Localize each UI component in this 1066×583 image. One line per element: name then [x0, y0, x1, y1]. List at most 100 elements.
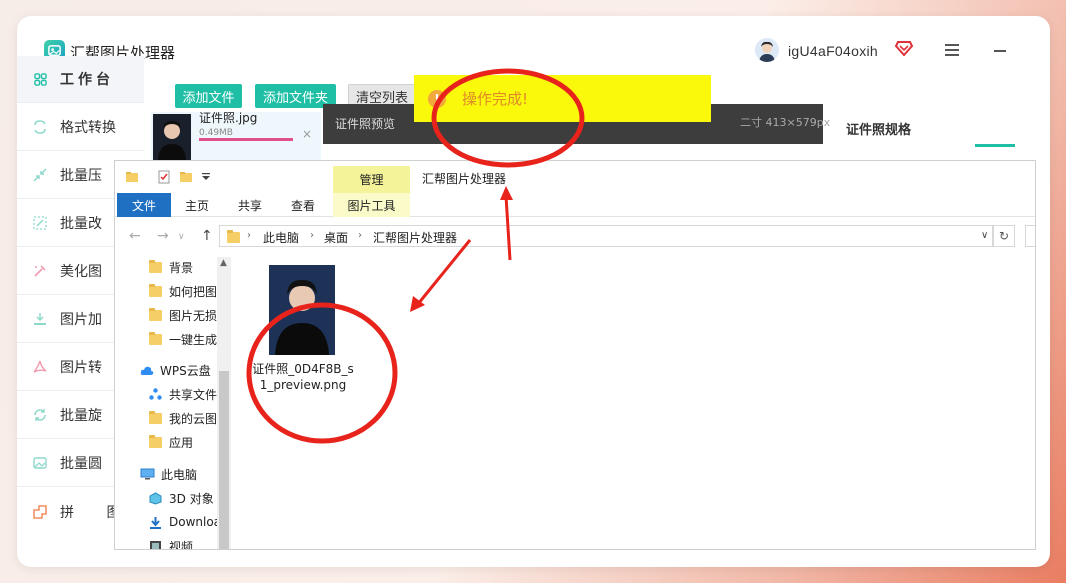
nav-item[interactable]: 一键生成: [149, 328, 219, 350]
nav-item-label: 背景: [169, 260, 194, 275]
sidebar-item-label: 格式转换: [60, 120, 116, 136]
sidebar-item-label: 美化图: [60, 264, 102, 280]
tab-picture-tools[interactable]: 图片工具: [333, 193, 410, 217]
sidebar-item-label: 图片加: [60, 312, 102, 328]
forward-arrow-icon[interactable]: →: [157, 228, 169, 244]
folder-icon: [149, 259, 162, 273]
info-icon: !: [428, 89, 446, 108]
rotate-icon: [31, 406, 49, 424]
spec-title: 证件照规格: [846, 123, 912, 138]
nav-item-label: 我的云图: [169, 411, 218, 426]
completion-toast: ! 操作完成!: [414, 75, 711, 122]
folder-icon: [149, 410, 162, 424]
sidebar-item-label: 批量改: [60, 216, 102, 232]
nav-item-label: 一键生成: [169, 332, 218, 347]
properties-icon[interactable]: [157, 170, 171, 184]
breadcrumb-this-pc[interactable]: 此电脑: [263, 229, 299, 246]
nav-item-label: 共享文件: [169, 387, 218, 402]
grid-icon: [31, 70, 49, 88]
file-thumbnail-large[interactable]: [269, 265, 335, 355]
sidebar-item-format-convert[interactable]: 格式转换: [17, 104, 144, 151]
puzzle-icon: [31, 503, 49, 521]
watermark-icon: [31, 310, 49, 328]
nav-item[interactable]: 3D 对象: [149, 487, 219, 509]
pdf-icon: [31, 358, 49, 376]
quick-access-toolbar: [115, 161, 1035, 193]
menu-icon[interactable]: [945, 44, 959, 56]
chevron-right-icon: ›: [310, 230, 314, 241]
nav-item-wps-cloud[interactable]: WPS云盘: [140, 359, 220, 381]
avatar[interactable]: [755, 38, 779, 62]
search-input[interactable]: [1025, 225, 1035, 247]
customize-dropdown-icon[interactable]: [199, 170, 213, 184]
ribbon-tabs: 文件 主页 共享 查看: [115, 193, 1035, 217]
tab-home[interactable]: 主页: [175, 193, 219, 217]
back-arrow-icon[interactable]: ←: [129, 228, 141, 244]
chevron-right-icon: ›: [247, 230, 251, 241]
nav-item[interactable]: 图片无损: [149, 304, 219, 326]
file-progress-bar: [199, 138, 293, 141]
computer-icon: [140, 468, 155, 480]
tab-share[interactable]: 共享: [228, 193, 272, 217]
download-icon: [150, 516, 161, 529]
spec-accent-line: [975, 144, 1015, 147]
sidebar-item-label: 工作台: [60, 72, 114, 88]
file-thumbnail: [153, 114, 191, 160]
nav-item-label: Downloa: [169, 515, 219, 529]
nav-item[interactable]: 如何把图: [149, 280, 219, 302]
resize-icon: [31, 214, 49, 232]
sidebar-item-label: 图片转: [60, 360, 102, 376]
compress-icon: [31, 166, 49, 184]
nav-item-label: 应用: [169, 435, 194, 450]
share-network-icon: [149, 388, 162, 400]
nav-item-this-pc[interactable]: 此电脑: [140, 463, 220, 485]
tab-view[interactable]: 查看: [281, 193, 325, 217]
video-icon: [150, 541, 161, 549]
folder-icon: [149, 307, 162, 321]
chevron-right-icon: ›: [358, 230, 362, 241]
add-file-button[interactable]: 添加文件: [175, 84, 242, 108]
toast-text: 操作完成!: [462, 90, 529, 108]
nav-item-label: 3D 对象: [169, 491, 214, 506]
vip-diamond-icon[interactable]: [895, 40, 913, 56]
breadcrumb-folder[interactable]: 汇帮图片处理器: [373, 229, 457, 246]
sidebar-item-workbench[interactable]: 工作台: [17, 56, 144, 103]
remove-file-button[interactable]: ×: [302, 127, 312, 141]
up-arrow-icon[interactable]: ↑: [201, 228, 213, 244]
beautify-icon: [31, 262, 49, 280]
sidebar-item-label: 批量圆: [60, 456, 102, 472]
image-icon: [31, 454, 49, 472]
new-folder-icon[interactable]: [179, 170, 193, 184]
nav-item[interactable]: 背景: [149, 256, 219, 278]
nav-item-label: 如何把图: [169, 284, 218, 299]
cloud-icon: [140, 366, 154, 375]
address-dropdown-icon[interactable]: ∨: [981, 230, 988, 241]
scroll-up-icon[interactable]: ▲: [220, 258, 227, 268]
nav-item-label: WPS云盘: [160, 363, 211, 378]
username[interactable]: igU4aF04oxih: [788, 43, 878, 59]
file-explorer-window: 管理 汇帮图片处理器 文件 主页 共享 查看 图片工具 ← → ∨ ↑ › 此电…: [114, 160, 1036, 550]
file-name-label[interactable]: 证件照_0D4F8B_s1_preview.png: [251, 361, 355, 393]
nav-item[interactable]: Downloa: [149, 511, 219, 533]
file-size: 0.49MB: [199, 128, 233, 138]
nav-item[interactable]: 应用: [149, 431, 219, 453]
preview-size-info: 二寸 413×579px: [740, 116, 831, 129]
tab-manage[interactable]: 管理: [333, 166, 410, 193]
nav-item[interactable]: 我的云图: [149, 407, 219, 429]
folder-icon: [149, 283, 162, 297]
breadcrumb-desktop[interactable]: 桌面: [324, 229, 348, 246]
folder-icon: [149, 331, 162, 345]
nav-item[interactable]: 视频: [149, 535, 219, 549]
preview-title: 证件照预览: [335, 117, 396, 131]
folder-icon: [126, 172, 138, 182]
refresh-button[interactable]: ↻: [993, 225, 1015, 247]
recent-dropdown-icon[interactable]: ∨: [178, 232, 185, 242]
nav-item-label: 图片无损: [169, 308, 218, 323]
nav-scrollbar-thumb[interactable]: [219, 371, 229, 549]
address-folder-icon: [227, 230, 240, 243]
nav-item[interactable]: 共享文件: [149, 383, 219, 405]
folder-icon: [149, 434, 162, 448]
minimize-icon[interactable]: [994, 50, 1006, 52]
tab-file[interactable]: 文件: [117, 193, 171, 217]
window-title: 汇帮图片处理器: [422, 172, 507, 186]
